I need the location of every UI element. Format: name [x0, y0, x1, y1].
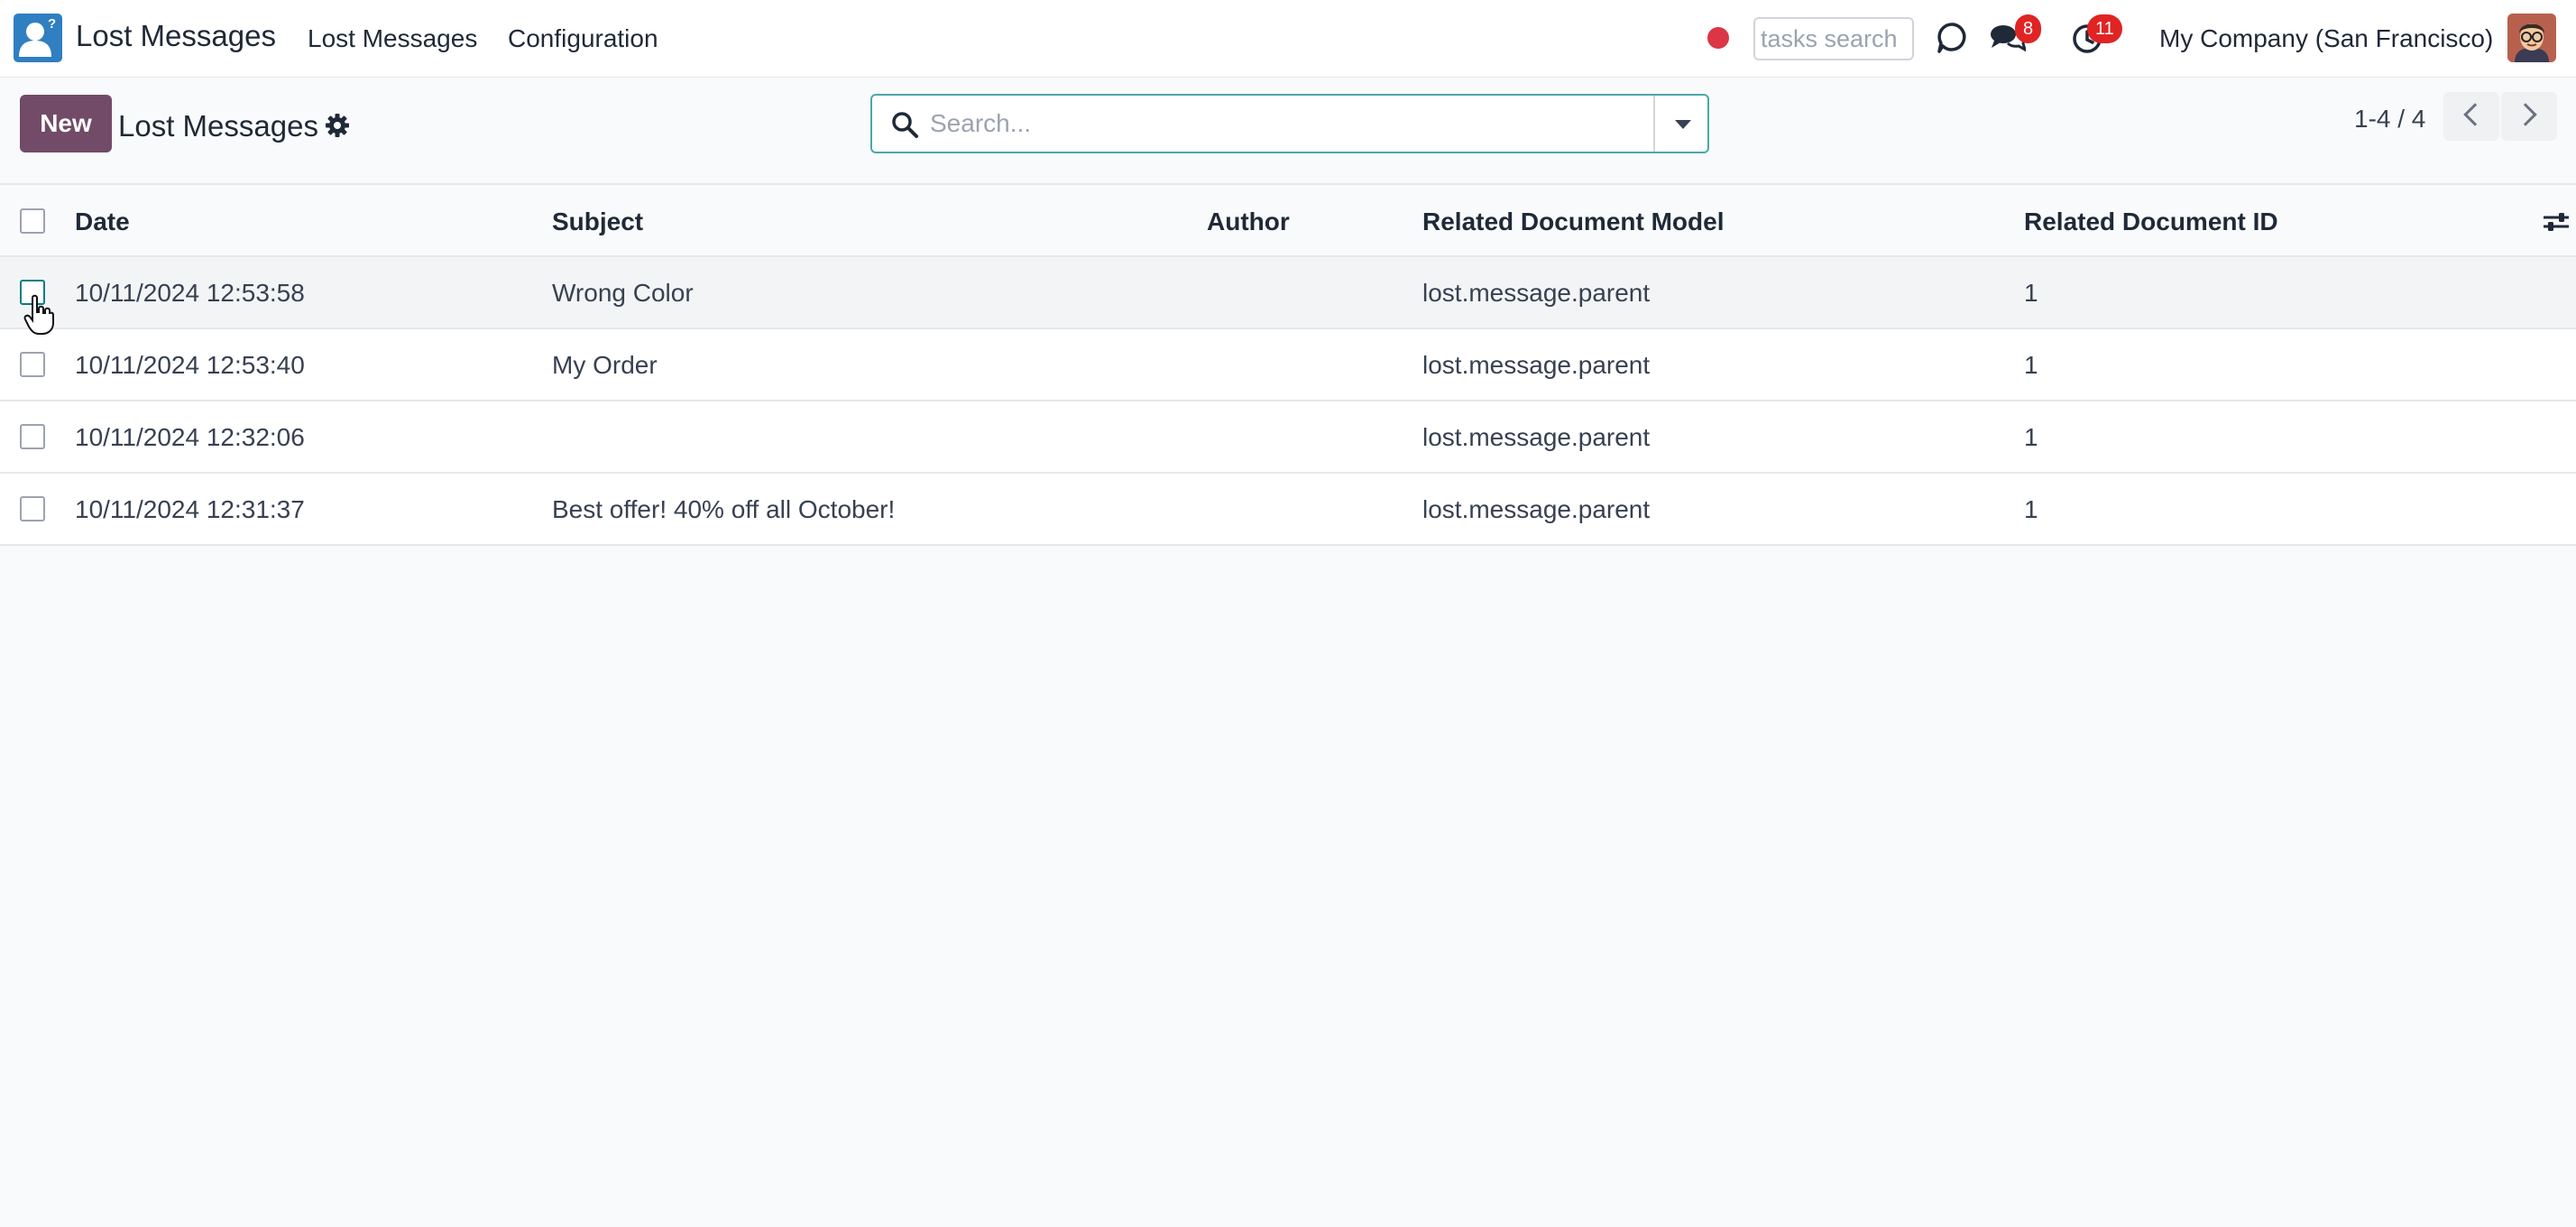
company-switcher[interactable]: My Company (San Francisco): [2159, 24, 2493, 53]
cell-res-id: 1: [2024, 279, 2038, 307]
record-dot-icon[interactable]: [1707, 27, 1729, 49]
user-avatar[interactable]: [2507, 14, 2556, 62]
cell-subject: Best offer! 40% off all October!: [552, 495, 896, 523]
chevron-right-icon[interactable]: [2501, 92, 2557, 141]
select-all-checkbox[interactable]: [20, 208, 45, 234]
cell-date: 10/11/2024 12:32:06: [75, 423, 305, 451]
chat-icon[interactable]: [1936, 21, 1970, 60]
menu-configuration[interactable]: Configuration: [508, 24, 658, 53]
tasks-search-input[interactable]: [1753, 17, 1914, 60]
svg-text:?: ?: [48, 16, 56, 32]
column-subject[interactable]: Subject: [552, 208, 643, 236]
activities-badge: 11: [2087, 14, 2122, 43]
cell-subject: My Order: [552, 351, 658, 379]
row-checkbox[interactable]: [20, 424, 45, 449]
search-input[interactable]: [930, 103, 1615, 144]
table-row[interactable]: 10/11/2024 12:53:40 My Order lost.messag…: [0, 329, 2576, 401]
hand-cursor-icon: [23, 294, 54, 340]
page-title: Lost Messages: [118, 109, 318, 143]
column-date[interactable]: Date: [75, 208, 130, 236]
column-related-model[interactable]: Related Document Model: [1422, 208, 1724, 236]
cell-model: lost.message.parent: [1422, 495, 1651, 523]
column-related-id[interactable]: Related Document ID: [2024, 208, 2278, 236]
table-row[interactable]: 10/11/2024 12:31:37 Best offer! 40% off …: [0, 474, 2576, 546]
table-row[interactable]: 10/11/2024 12:53:58 Wrong Color lost.mes…: [0, 257, 2576, 329]
table-row[interactable]: 10/11/2024 12:32:06 lost.message.parent …: [0, 401, 2576, 474]
table-header: Date Subject Author Related Document Mod…: [0, 183, 2576, 257]
gear-icon[interactable]: [324, 112, 351, 139]
cell-model: lost.message.parent: [1422, 423, 1651, 451]
search-bar: [870, 94, 1709, 153]
caret-down-icon[interactable]: [1653, 96, 1707, 152]
top-navbar: ? Lost Messages Lost Messages Configurat…: [0, 0, 2576, 78]
chevron-left-icon[interactable]: [2443, 92, 2499, 141]
cell-model: lost.message.parent: [1422, 351, 1651, 379]
cell-res-id: 1: [2024, 351, 2038, 379]
new-button[interactable]: New: [20, 95, 112, 152]
row-checkbox[interactable]: [20, 496, 45, 521]
row-checkbox[interactable]: [20, 352, 45, 377]
cell-model: lost.message.parent: [1422, 279, 1651, 307]
menu-lost-messages[interactable]: Lost Messages: [308, 24, 477, 53]
cell-date: 10/11/2024 12:31:37: [75, 495, 305, 523]
app-icon[interactable]: ?: [14, 14, 62, 62]
pager-value[interactable]: 1-4 / 4: [2354, 105, 2425, 134]
messages-badge: 8: [2015, 14, 2042, 43]
app-title[interactable]: Lost Messages: [76, 19, 276, 53]
cell-res-id: 1: [2024, 423, 2038, 451]
search-icon: [890, 110, 919, 143]
cell-res-id: 1: [2024, 495, 2038, 523]
cell-date: 10/11/2024 12:53:40: [75, 351, 305, 379]
cell-date: 10/11/2024 12:53:58: [75, 279, 305, 307]
cell-subject: Wrong Color: [552, 279, 694, 307]
column-options-icon[interactable]: [2542, 208, 2571, 240]
lost-messages-table: Date Subject Author Related Document Mod…: [0, 183, 2576, 546]
column-author[interactable]: Author: [1207, 208, 1290, 236]
